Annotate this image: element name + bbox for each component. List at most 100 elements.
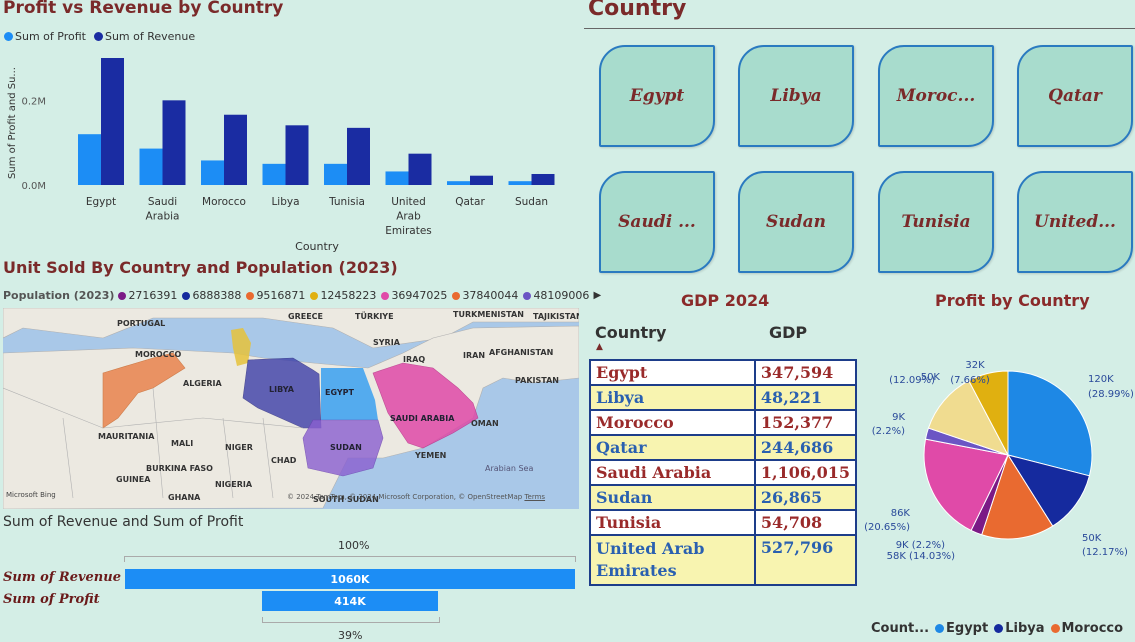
legend-dot [452, 291, 461, 300]
legend-dot [182, 291, 191, 300]
x-tick-label: Emirates [385, 225, 432, 237]
bar[interactable] [162, 100, 186, 185]
map-legend-item[interactable]: 9516871 [246, 289, 305, 302]
table-row[interactable]: United Arab Emirates 527,796 [589, 534, 858, 586]
x-tick-label: Tunisia [328, 196, 365, 208]
table-row[interactable]: Morocco 152,377 [589, 409, 858, 436]
bar[interactable] [347, 127, 370, 185]
bar[interactable] [470, 175, 493, 185]
map-country-label: IRAQ [403, 355, 426, 364]
funnel-row-label: Sum of Profit [3, 592, 100, 607]
x-axis-label: Country [295, 240, 339, 253]
funnel-bar[interactable]: 1060K [125, 569, 575, 589]
legend-item-libya[interactable]: Libya [994, 621, 1045, 636]
pie-data-label: (12.17%) [1082, 547, 1128, 558]
funnel-bracket [262, 617, 440, 623]
pie-data-label: 9K [892, 412, 905, 423]
slicer-tile[interactable]: Qatar [1017, 45, 1133, 147]
slicer-tile[interactable]: Libya [738, 45, 854, 147]
tile-label: Saudi ... [618, 212, 696, 232]
map-legend-item[interactable]: 12458223 [310, 289, 376, 302]
map-legend-item[interactable]: 48109006 [523, 289, 589, 302]
bar[interactable] [262, 163, 286, 185]
map-country-label: LIBYA [269, 385, 294, 394]
legend-label: 37840044 [462, 289, 519, 302]
bar-chart-title: Profit vs Revenue by Country [3, 0, 284, 18]
map-country-label: GUINEA [116, 475, 151, 484]
tile-label: Egypt [629, 86, 685, 106]
funnel-title: Sum of Revenue and Sum of Profit [3, 514, 244, 530]
legend-item-profit[interactable]: Sum of Profit [4, 30, 86, 43]
map-legend-items: 2716391 6888388 9516871 12458223 36947025 378… [118, 289, 589, 302]
x-tick-label: Qatar [455, 196, 485, 208]
bar-chart: 0.0M 0.2MSum of Profit and Su... Egypt Saud… [7, 58, 555, 253]
table-row[interactable]: Libya 48,221 [589, 384, 858, 411]
table-row[interactable]: Qatar 244,686 [589, 434, 858, 461]
legend-label: 6888388 [192, 289, 242, 302]
funnel-bar-value: 414K [334, 594, 366, 608]
x-tick-label: Morocco [202, 196, 246, 208]
bar[interactable] [78, 134, 101, 185]
gdp-cell: 54,708 [753, 509, 858, 536]
funnel-bar[interactable]: 414K [262, 591, 438, 611]
bar[interactable] [408, 153, 432, 185]
header-label: GDP [769, 323, 808, 342]
map-legend-item[interactable]: 6888388 [182, 289, 241, 302]
map-legend-item[interactable]: 36947025 [381, 289, 447, 302]
legend-item-morocco[interactable]: Morocco [1050, 621, 1123, 636]
filled-map[interactable]: PORTUGAL GREECE TÜRKIYE TURKMENISTAN TAJIKIS… [3, 308, 579, 509]
legend-next-icon[interactable]: ▶ [593, 290, 601, 301]
bar[interactable] [285, 125, 309, 185]
slicer-tile[interactable]: Moroc... [878, 45, 994, 147]
map-title: Unit Sold By Country and Population (202… [3, 258, 398, 277]
country-cell: Sudan [589, 484, 756, 511]
table-row[interactable]: Sudan 26,865 [589, 484, 858, 511]
bar[interactable] [201, 160, 224, 185]
bar[interactable] [101, 58, 124, 185]
table-row[interactable]: Egypt 347,594 [589, 359, 858, 386]
funnel-top-percent: 100% [338, 539, 370, 552]
map-country-label: Arabian Sea [485, 464, 534, 473]
map-country-label: MALI [171, 439, 194, 448]
table-row[interactable]: Saudi Arabia 1,106,015 [589, 459, 858, 486]
funnel-bracket [124, 556, 576, 562]
map-country-label: TÜRKIYE [355, 312, 394, 321]
gdp-table: Egypt 347,594 Libya 48,221 Morocco 152,377 Qat… [589, 359, 858, 586]
map-legend-item[interactable]: 2716391 [118, 289, 177, 302]
slicer-tile[interactable]: United... [1017, 171, 1133, 273]
y-axis-label: Sum of Profit and Su... [7, 67, 18, 179]
x-tick-label: Arab [396, 211, 421, 223]
legend-label: 9516871 [256, 289, 306, 302]
bar[interactable] [139, 148, 163, 185]
slicer-title: Country [588, 0, 687, 21]
legend-label: Sum of Profit [15, 30, 86, 43]
slicer-tile[interactable]: Tunisia [878, 171, 994, 273]
bar[interactable] [324, 163, 347, 185]
legend-dot [1050, 624, 1060, 633]
terms-link[interactable]: Terms [524, 493, 545, 501]
gdp-title: GDP 2024 [681, 291, 770, 310]
slicer-tile[interactable]: Egypt [599, 45, 715, 147]
tile-label: Qatar [1048, 86, 1102, 106]
bar[interactable] [447, 181, 470, 185]
bar[interactable] [531, 173, 555, 185]
map-country-label: GHANA [168, 493, 201, 502]
table-row[interactable]: Tunisia 54,708 [589, 509, 858, 536]
pie-data-label: (20.65%) [864, 522, 910, 533]
gdp-cell: 1,106,015 [753, 459, 858, 486]
gdp-header-country[interactable]: Country [595, 323, 666, 342]
gdp-cell: 527,796 [753, 534, 858, 586]
bar[interactable] [385, 171, 409, 185]
country-cell: United Arab Emirates [589, 534, 756, 586]
slicer-tile[interactable]: Sudan [738, 171, 854, 273]
map-legend-item[interactable]: 37840044 [452, 289, 518, 302]
sort-asc-icon[interactable]: ▲ [596, 342, 603, 352]
gdp-header-gdp[interactable]: GDP [769, 323, 807, 342]
legend-item-egypt[interactable]: Egypt [935, 621, 988, 636]
slicer-tile[interactable]: Saudi ... [599, 171, 715, 273]
map-country-label: AFGHANISTAN [489, 348, 554, 357]
bar[interactable] [224, 114, 247, 185]
x-tick-label: Saudi [148, 196, 177, 208]
legend-item-revenue[interactable]: Sum of Revenue [93, 30, 195, 43]
bar[interactable] [508, 181, 532, 185]
